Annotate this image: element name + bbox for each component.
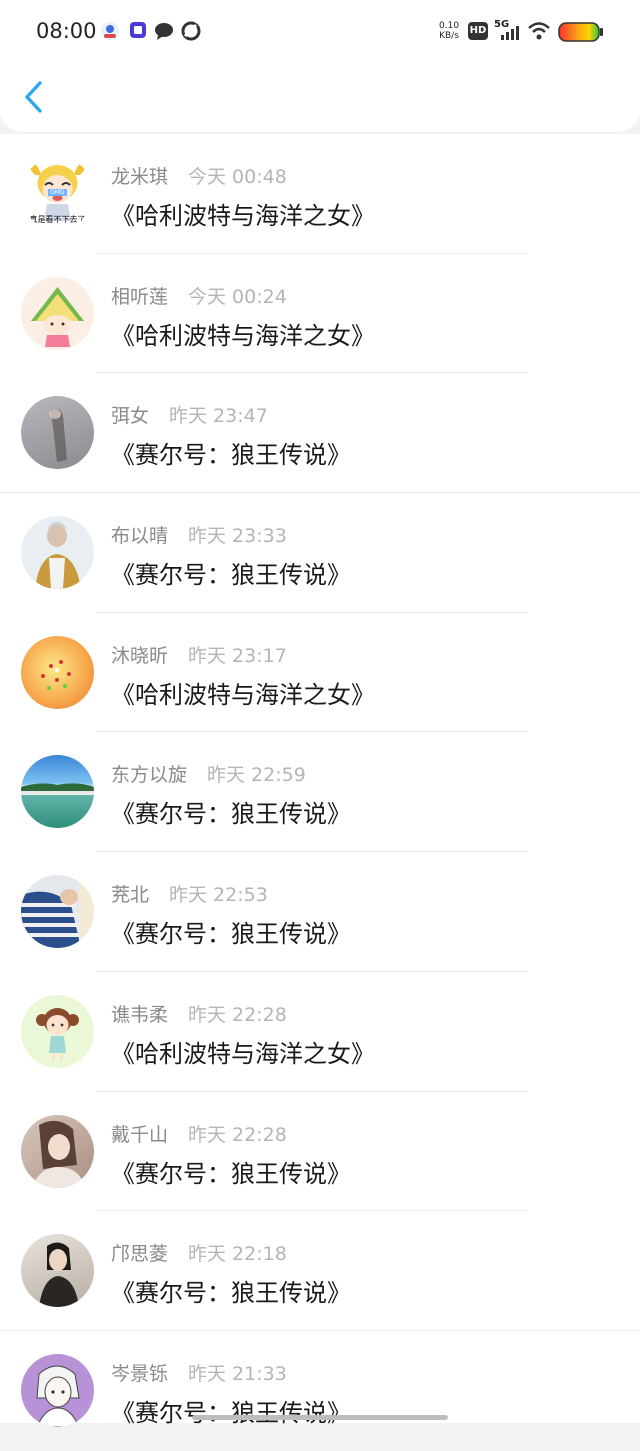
read-time: 昨天 22:28 <box>188 1003 287 1026</box>
book-title: 《赛尔号：狼王传说》 <box>111 561 351 590</box>
reader-name: 相听莲 今天 00:24 <box>111 285 287 308</box>
list-item[interactable]: 沐晓昕 昨天 23:17 《哈利波特与海洋之女》 <box>0 613 640 733</box>
list-item[interactable]: OMG 真是看不下去了 龙米琪 今天 00:48 《哈利波特与海洋之女》 <box>0 134 640 254</box>
list-item[interactable]: 谯韦柔 昨天 22:28 《哈利波特与海洋之女》 <box>0 972 640 1092</box>
avatar <box>21 516 94 590</box>
read-time: 昨天 22:59 <box>207 764 306 787</box>
reader-name: 邝思菱 昨天 22:18 <box>111 1243 287 1266</box>
chat-bubble-icon <box>155 23 173 40</box>
book-title: 《哈利波特与海洋之女》 <box>111 680 375 709</box>
list-item[interactable]: 岑景铄 昨天 21:33 《赛尔号：狼王传说》 <box>0 1331 640 1451</box>
avatar <box>21 635 94 709</box>
reader-name: 龙米琪 今天 00:48 <box>111 166 287 188</box>
list-item[interactable]: 戴千山 昨天 22:28 《赛尔号：狼王传说》 <box>0 1092 640 1212</box>
read-time: 昨天 22:18 <box>188 1243 287 1266</box>
book-title: 《哈利波特与海洋之女》 <box>111 1039 375 1068</box>
book-title: 《赛尔号：狼王传说》 <box>111 920 351 949</box>
book-title: 《赛尔号：狼王传说》 <box>111 441 351 470</box>
read-time: 昨天 23:47 <box>169 405 268 428</box>
avatar <box>21 1353 94 1427</box>
read-time: 昨天 23:33 <box>188 525 287 548</box>
list-item[interactable]: 东方以旋 昨天 22:59 《赛尔号：狼王传说》 <box>0 732 640 853</box>
list-item[interactable]: 邝思菱 昨天 22:18 《赛尔号：狼王传说》 <box>0 1211 640 1331</box>
reader-name: 戴千山 昨天 22:28 <box>111 1123 287 1146</box>
status-bar: 08:00 0.10 KB/s HD 5G <box>0 0 640 64</box>
back-icon[interactable] <box>20 80 50 114</box>
avatar <box>21 276 94 350</box>
wifi-icon <box>528 22 550 40</box>
read-time: 昨天 22:28 <box>188 1123 287 1146</box>
reader-name: 茺北 昨天 22:53 <box>111 884 268 907</box>
avatar: OMG 真是看不下去了 <box>21 157 94 230</box>
sync-icon <box>181 21 201 41</box>
read-time: 昨天 23:17 <box>188 644 287 667</box>
reader-name: 沐晓昕 昨天 23:17 <box>111 644 287 667</box>
status-time: 08:00 <box>36 19 97 43</box>
read-time: 昨天 21:33 <box>188 1362 287 1385</box>
list-item[interactable]: 布以晴 昨天 23:33 《赛尔号：狼王传说》 <box>0 493 640 613</box>
avatar-caption: 真是看不下去了 <box>29 215 86 224</box>
home-indicator[interactable] <box>192 1415 448 1420</box>
book-title: 《赛尔号：狼王传说》 <box>111 800 351 829</box>
read-time: 昨天 22:53 <box>169 884 268 907</box>
reader-list: OMG 真是看不下去了 龙米琪 今天 00:48 《哈利波特与海洋之女》 相听莲今… <box>0 134 640 1427</box>
list-item[interactable]: 相听莲 今天 00:24 《哈利波特与海洋之女》 <box>0 254 640 374</box>
hd-badge: HD <box>468 22 488 40</box>
read-time: 今天 00:48 <box>188 166 287 188</box>
baidu-notification-icon <box>130 22 146 38</box>
avatar <box>21 396 94 470</box>
battery-icon <box>558 22 603 42</box>
avatar <box>21 994 94 1068</box>
reader-name: 岑景铄 昨天 21:33 <box>111 1362 287 1385</box>
reader-name: 布以晴 昨天 23:33 <box>111 525 287 548</box>
list-item[interactable]: 茺北 昨天 22:53 《赛尔号：狼王传说》 <box>0 852 640 972</box>
app-notification-icon <box>101 22 119 40</box>
book-title: 《赛尔号：狼王传说》 <box>111 1279 351 1308</box>
top-bar: 08:00 0.10 KB/s HD 5G <box>0 0 640 132</box>
reader-name: 弭女 昨天 23:47 <box>111 405 268 428</box>
avatar <box>21 755 94 829</box>
avatar <box>21 1234 94 1308</box>
avatar <box>21 1114 94 1188</box>
avatar-badge: OMG <box>48 189 67 196</box>
reader-name: 东方以旋 昨天 22:59 <box>111 764 306 787</box>
reader-name: 谯韦柔 昨天 22:28 <box>111 1003 287 1026</box>
book-title: 《赛尔号：狼王传说》 <box>111 1159 351 1188</box>
avatar <box>21 875 94 949</box>
net-speed: 0.10 KB/s <box>439 21 460 41</box>
book-title: 《哈利波特与海洋之女》 <box>111 321 375 350</box>
list-item[interactable]: 弭女 昨天 23:47 《赛尔号：狼王传说》 <box>0 373 640 494</box>
read-time: 今天 00:24 <box>188 285 287 308</box>
book-title: 《哈利波特与海洋之女》 <box>111 202 375 230</box>
